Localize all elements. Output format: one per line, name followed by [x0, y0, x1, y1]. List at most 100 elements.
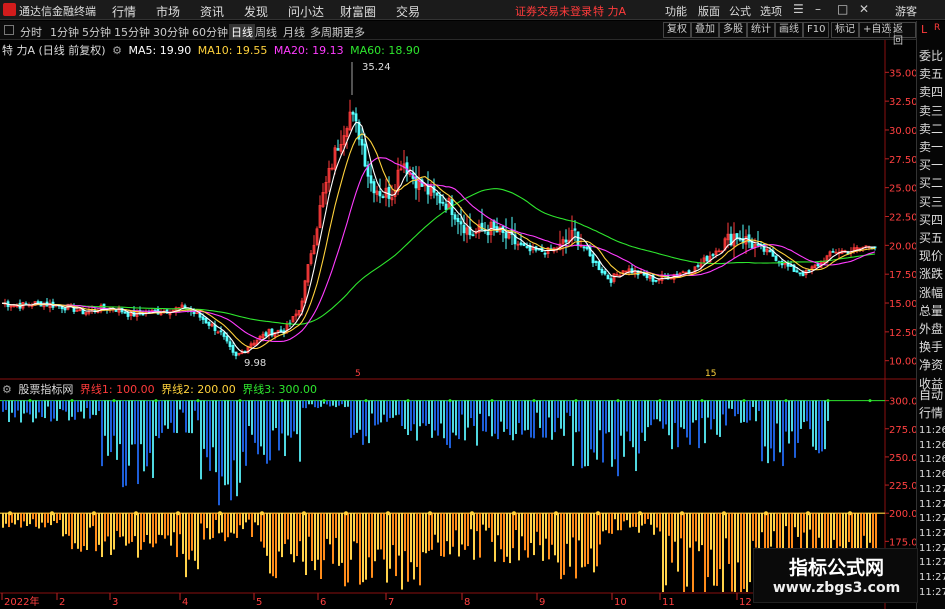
candle-body [585, 246, 589, 250]
indicator-bar-bottom [206, 513, 208, 529]
candle-body [444, 203, 448, 210]
indicator-bar-bottom [632, 513, 634, 527]
indicator-bar-top [35, 400, 37, 419]
indicator-bar-bottom [188, 513, 190, 560]
indicator-bar-bottom [125, 513, 127, 546]
quote-label: 卖五 [919, 67, 944, 82]
price-tick-label: 22.50 [889, 213, 916, 224]
indicator-bar-bottom [761, 513, 763, 533]
indicator-bar-top [347, 400, 349, 407]
indicator-bar-bottom [65, 513, 67, 535]
indicator-bar-bottom [575, 513, 577, 579]
indicator-bar-top [155, 400, 157, 436]
indicator-bar-bottom [110, 513, 112, 555]
indicator-bar-top [107, 400, 109, 456]
indicator-bar-top [599, 400, 601, 431]
indicator-bar-top [248, 400, 250, 426]
indicator-bar-bottom [785, 513, 787, 527]
indicator-bar-bottom [254, 513, 256, 523]
indicator-bar-top [215, 400, 217, 473]
indicator-bar-bottom [425, 513, 427, 554]
indicator-bar-top [23, 400, 25, 414]
indicator-bar-bottom [458, 513, 460, 557]
watermark-url: www.zbgs3.com [772, 580, 901, 596]
indicator-bar-top [59, 400, 61, 409]
indicator-bar-top [218, 400, 220, 506]
indicator-bar-top [320, 400, 322, 407]
indicator-bar-top [707, 400, 709, 418]
indicator-bar-bottom [740, 513, 742, 592]
panel-tab[interactable]: 行情 [919, 404, 945, 421]
indicator-bar-top [410, 400, 412, 431]
quote-label: 卖一 [919, 140, 944, 154]
candle-body [207, 321, 211, 326]
indicator-bar-bottom [752, 513, 754, 541]
indicator-bar-top [341, 400, 343, 405]
indicator-bar-top [212, 400, 214, 448]
indicator-bar-bottom [350, 513, 352, 560]
indicator-bar-bottom [152, 513, 154, 548]
boundary-dot [448, 399, 452, 403]
quote-label: 涨跌 [919, 267, 944, 282]
indicator-bar-top [104, 400, 106, 436]
indicator-bar-bottom [122, 513, 124, 537]
indicator-bar-top [548, 400, 550, 418]
indicator-bar-top [803, 400, 805, 423]
indicator-bar-bottom [269, 513, 271, 574]
indicator-bar-bottom [380, 513, 382, 550]
indicator-bar-top [416, 400, 418, 441]
indicator-bar-top [380, 400, 382, 423]
indicator-bar-top [65, 400, 67, 412]
indicator-bar-top [143, 400, 145, 472]
boundary-dot [8, 511, 12, 516]
indicator-bar-bottom [278, 513, 280, 552]
indicator-bar-top [365, 400, 367, 437]
indicator-bar-bottom [257, 513, 259, 526]
panel-tab[interactable]: 自动 [919, 386, 945, 403]
indicator-bar-top [191, 400, 193, 434]
indicator-bar-top [605, 400, 607, 434]
indicator-bar-top [752, 400, 754, 407]
indicator-bar-bottom [728, 513, 730, 564]
indicator-bar-top [317, 400, 319, 409]
indicator-bar-top [470, 400, 472, 419]
indicator-bar-bottom [149, 513, 151, 544]
chart-title: 特 力A (日线 前复权) [2, 44, 106, 57]
indicator-bar-top [56, 400, 58, 421]
indicator-bar-bottom [479, 513, 481, 558]
indicator-bar-bottom [305, 513, 307, 576]
indicator-bar-bottom [392, 513, 394, 546]
kline-chart[interactable]: 35.00 32.50 30.00 27.50 25.00 22.50 20.00 17.50… [0, 0, 916, 609]
indicator-bar-top [602, 400, 604, 463]
indicator-bar-bottom [398, 513, 400, 556]
indicator-bar-bottom [302, 513, 304, 562]
candle-body [519, 242, 523, 245]
indicator-bar-top [506, 400, 508, 430]
indicator-bar-bottom [299, 513, 301, 542]
gear-icon[interactable]: ⚙ [112, 44, 122, 57]
indicator-gear-icon[interactable]: ⚙ [2, 383, 12, 396]
indicator-bar-top [176, 400, 178, 434]
indicator-bar-bottom [545, 513, 547, 539]
indicator-bar-bottom [335, 513, 337, 538]
indicator-bar-top [392, 400, 394, 418]
panel-expand-icon[interactable]: R [934, 23, 940, 33]
candle-body [654, 280, 658, 282]
indicator-bar-bottom [695, 513, 697, 542]
indicator-bar-bottom [605, 513, 607, 531]
app-window: { "app": {"name":"通达信金融终端","status":"证券交… [0, 0, 945, 609]
candle-body [141, 313, 145, 316]
quote-label: 买一 [919, 158, 944, 173]
indicator-bar-top [518, 400, 520, 424]
indicator-bar-bottom [221, 513, 223, 533]
indicator-bar-bottom [128, 513, 130, 544]
candle-body [360, 139, 364, 146]
indicator-bar-bottom [491, 513, 493, 542]
panel-collapse-icon[interactable]: L [921, 23, 927, 36]
indicator-bar-top [83, 400, 85, 419]
indicator-bar-bottom [80, 513, 82, 552]
indicator-bar-bottom [341, 513, 343, 563]
indicator-bar-bottom [521, 513, 523, 537]
candle-body [576, 231, 580, 247]
indicator-bar-top [806, 400, 808, 422]
